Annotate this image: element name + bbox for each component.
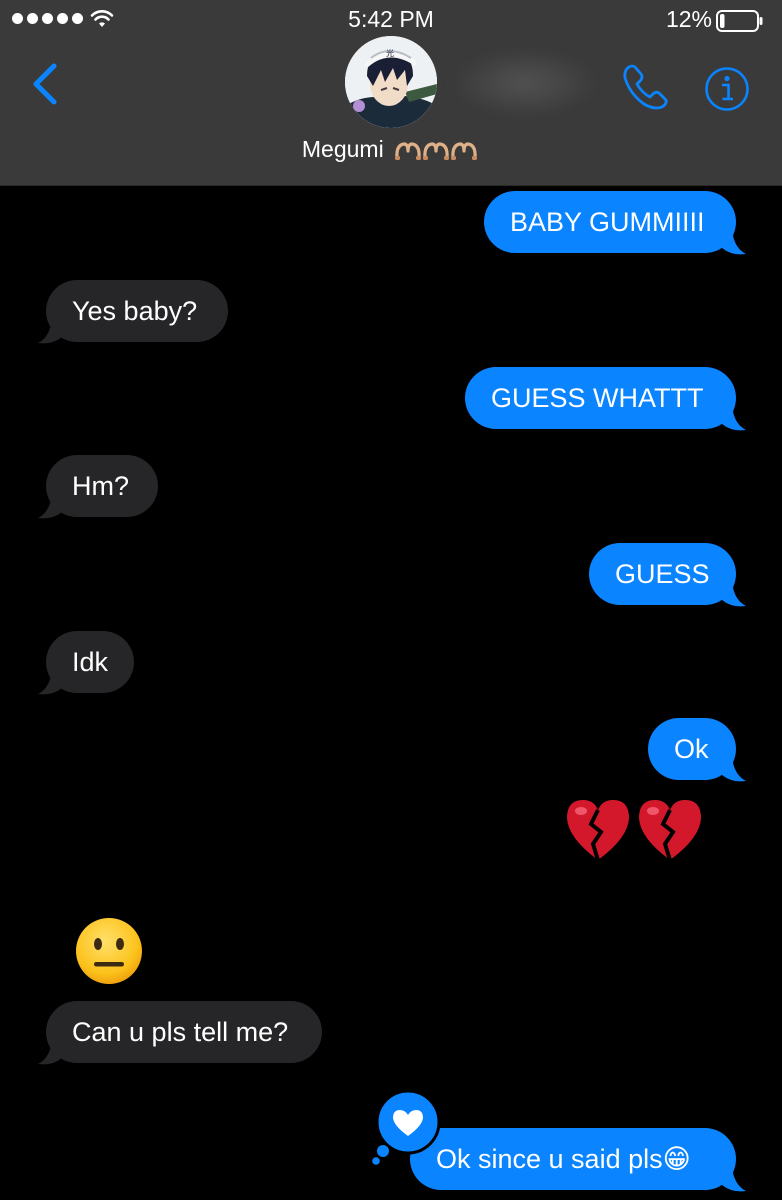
incoming-message[interactable]: Hm? — [46, 455, 158, 517]
bubble-tail — [722, 582, 746, 607]
avatar-image: 光 — [345, 36, 437, 128]
bubble-tail — [38, 494, 62, 519]
avatar: 光 — [345, 36, 437, 128]
conversation-header: 5:42 PM 12% 光 Megumi — [0, 0, 782, 186]
back-chevron-icon[interactable] — [28, 62, 60, 106]
bubble-tail — [722, 406, 746, 431]
incoming-message[interactable]: Yes baby? — [46, 280, 228, 342]
contact-name-row: Megumi — [280, 136, 502, 163]
status-bar: 5:42 PM 12% — [0, 0, 782, 40]
messages-screen: 5:42 PM 12% 光 Megumi BABY GUMMIIII Yes b… — [0, 0, 782, 1200]
phone-icon[interactable] — [620, 62, 672, 112]
info-icon[interactable] — [704, 66, 750, 112]
outgoing-message[interactable]: GUESS — [589, 543, 736, 605]
outgoing-message[interactable]: Ok since u said pls😁 — [410, 1128, 736, 1190]
contact-name: Megumi — [301, 136, 384, 162]
outgoing-message[interactable]: BABY GUMMIIII — [484, 191, 736, 253]
bubble-tail — [38, 670, 62, 695]
bubble-tail — [722, 757, 746, 782]
status-time: 5:42 PM — [348, 6, 434, 32]
bubble-tail — [722, 230, 746, 255]
contact-details-button[interactable]: 光 Megumi — [280, 36, 502, 172]
battery-percent: 12% — [665, 6, 712, 32]
bubble-tail — [38, 319, 62, 344]
bubble-tail — [722, 1167, 746, 1192]
heart-hands-emoji-icon — [395, 142, 478, 160]
svg-text:光: 光 — [386, 48, 394, 58]
incoming-message[interactable]: Can u pls tell me? — [46, 1001, 322, 1063]
neutral-face-emoji-icon[interactable] — [74, 916, 144, 986]
outgoing-message[interactable]: GUESS WHATTT — [465, 367, 736, 429]
bubble-tail — [38, 1040, 62, 1065]
message-text: Ok since u said pls😁 — [436, 1144, 691, 1174]
broken-heart-emoji-icon[interactable] — [564, 796, 712, 864]
heart-tapback-icon[interactable] — [372, 1090, 444, 1170]
battery-icon — [716, 10, 763, 32]
